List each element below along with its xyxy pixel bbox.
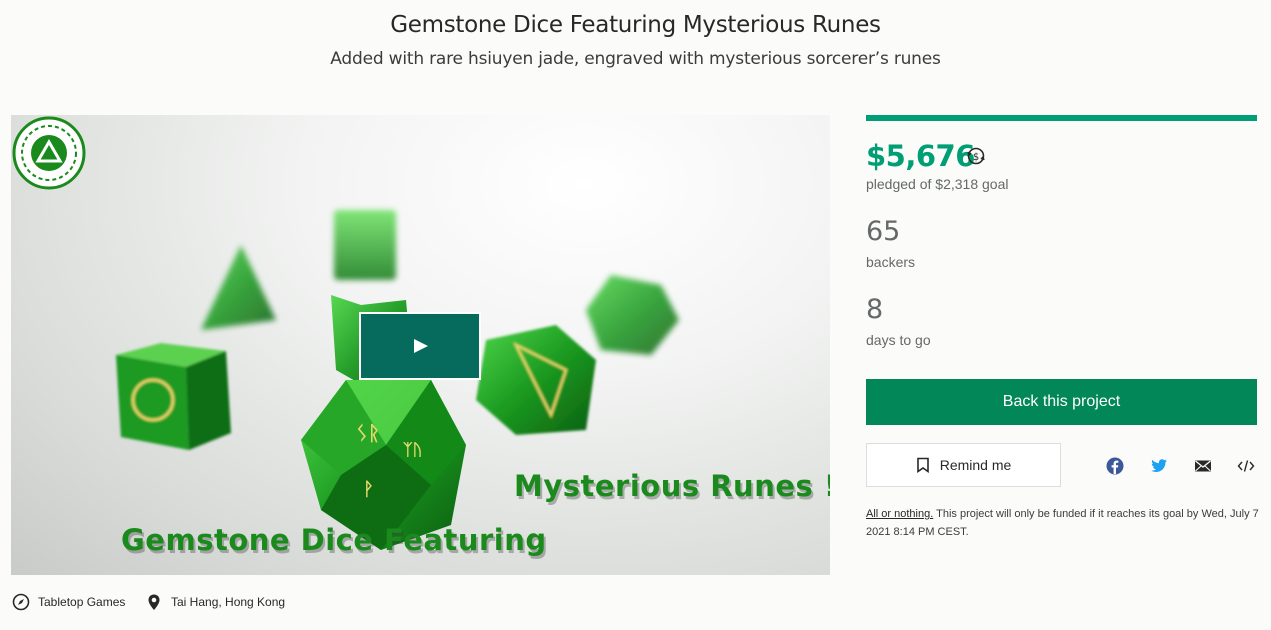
play-icon <box>414 339 428 353</box>
remind-me-button[interactable]: Remind me <box>866 443 1061 487</box>
map-pin-icon <box>148 594 160 610</box>
location-label: Tai Hang, Hong Kong <box>171 595 286 609</box>
days-to-go-count: 8 <box>866 294 884 325</box>
location-link[interactable]: Tai Hang, Hong Kong <box>145 593 285 611</box>
pledged-amount: $5,676 <box>866 139 975 173</box>
svg-text:ᛊᚱ: ᛊᚱ <box>356 421 380 445</box>
bookmark-icon <box>916 457 929 473</box>
backers-label: backers <box>866 254 916 270</box>
funding-progress-bar <box>866 115 1257 121</box>
category-link[interactable]: Tabletop Games <box>12 593 125 611</box>
brand-logo-icon <box>12 116 86 190</box>
video-overlay-caption-1: Mysterious Runes ! <box>514 469 830 503</box>
currency-conversion-icon[interactable]: $ <box>966 146 986 166</box>
category-label: Tabletop Games <box>38 595 126 609</box>
all-or-nothing-link[interactable]: All or nothing. <box>866 508 933 520</box>
compass-icon <box>12 593 30 611</box>
remind-me-label: Remind me <box>939 457 1012 473</box>
video-overlay-caption-2: Gemstone Dice Featuring <box>121 523 547 557</box>
twitter-icon[interactable] <box>1150 457 1168 475</box>
days-to-go-label: days to go <box>866 332 931 348</box>
funding-terms: All or nothing. This project will only b… <box>866 505 1261 541</box>
project-video[interactable]: ᛊᚱ ᛉᚢ ᚹ Mysterious Runes ! Gemstone Dice… <box>11 115 830 575</box>
play-button[interactable] <box>359 312 481 380</box>
svg-text:ᚹ: ᚹ <box>363 479 374 500</box>
svg-text:$: $ <box>973 152 979 163</box>
goal-text: pledged of $2,318 goal <box>866 176 1009 192</box>
email-icon[interactable] <box>1194 457 1212 475</box>
svg-text:ᛉᚢ: ᛉᚢ <box>403 440 422 459</box>
project-title: Gemstone Dice Featuring Mysterious Runes <box>390 12 881 38</box>
project-subtitle: Added with rare hsiuyen jade, engraved w… <box>330 49 941 69</box>
embed-icon[interactable] <box>1237 457 1255 475</box>
backers-count: 65 <box>866 216 901 247</box>
back-this-project-button[interactable]: Back this project <box>866 379 1257 425</box>
facebook-icon[interactable] <box>1106 457 1124 475</box>
